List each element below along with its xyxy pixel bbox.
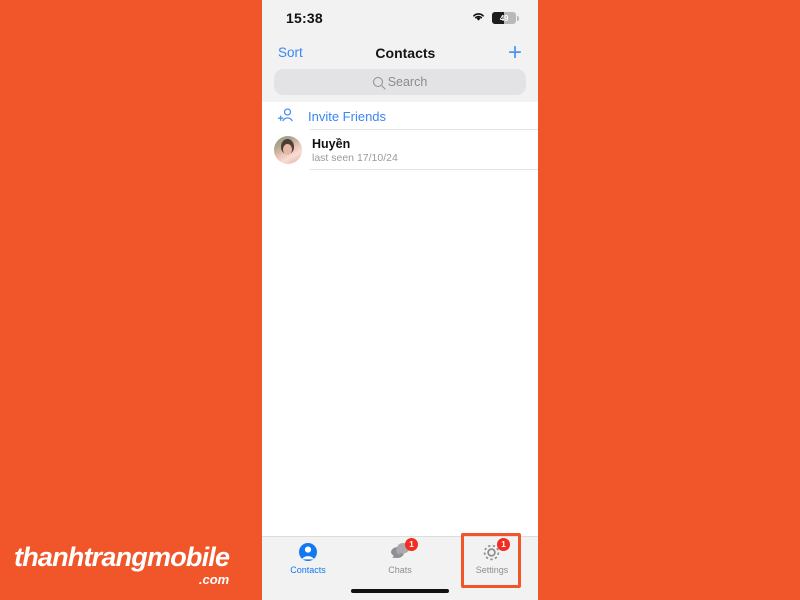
search-container: Search: [262, 69, 538, 102]
plus-icon[interactable]: +: [508, 40, 522, 65]
battery-icon: 49: [492, 12, 519, 24]
tab-settings-label: Settings: [475, 565, 509, 575]
contact-name: Huyền: [312, 136, 351, 151]
status-bar: 15:38 49: [262, 0, 538, 36]
settings-badge: 1: [497, 538, 510, 551]
search-input[interactable]: Search: [274, 69, 526, 95]
contact-info: Huyền last seen 17/10/24: [312, 137, 398, 164]
invite-friends-row[interactable]: Invite Friends: [262, 102, 538, 130]
avatar: [274, 136, 302, 164]
gear-icon: 1: [481, 538, 510, 563]
battery-level: 49: [499, 13, 509, 23]
sort-button[interactable]: Sort: [278, 45, 303, 60]
home-indicator: [351, 589, 449, 593]
row-divider: [310, 169, 538, 170]
search-placeholder: Search: [387, 75, 428, 89]
person-add-icon: [274, 108, 298, 124]
tab-chats[interactable]: 1 Chats: [354, 538, 446, 575]
watermark: thanhtrangmobile .com: [14, 542, 230, 587]
contacts-list: Invite Friends Huyền last seen 17/10/24: [262, 102, 538, 536]
status-bar-indicators: 49: [471, 9, 519, 27]
phone-screen: 15:38 49 Sort Contacts + Search Invite F…: [262, 0, 538, 600]
watermark-brand: thanhtrangmobile: [14, 542, 230, 572]
nav-bar: Sort Contacts +: [262, 36, 538, 69]
tab-chats-label: Chats: [388, 565, 412, 575]
contact-row[interactable]: Huyền last seen 17/10/24: [262, 130, 538, 170]
search-icon: [372, 77, 383, 87]
person-circle-icon: [297, 542, 319, 563]
chat-bubbles-icon: 1: [389, 538, 418, 563]
tab-contacts[interactable]: Contacts: [262, 542, 354, 575]
invite-friends-label: Invite Friends: [308, 108, 387, 124]
chats-badge: 1: [405, 538, 418, 551]
tab-bar: Contacts 1 Chats 1 Settings: [262, 536, 538, 582]
tab-settings[interactable]: 1 Settings: [446, 538, 538, 575]
page-title: Contacts: [375, 44, 436, 61]
watermark-tld: .com: [198, 572, 230, 587]
wifi-icon: [471, 9, 486, 27]
home-indicator-area: [262, 582, 538, 600]
status-bar-time: 15:38: [286, 10, 323, 26]
tab-contacts-label: Contacts: [290, 565, 326, 575]
contact-status: last seen 17/10/24: [312, 151, 398, 164]
